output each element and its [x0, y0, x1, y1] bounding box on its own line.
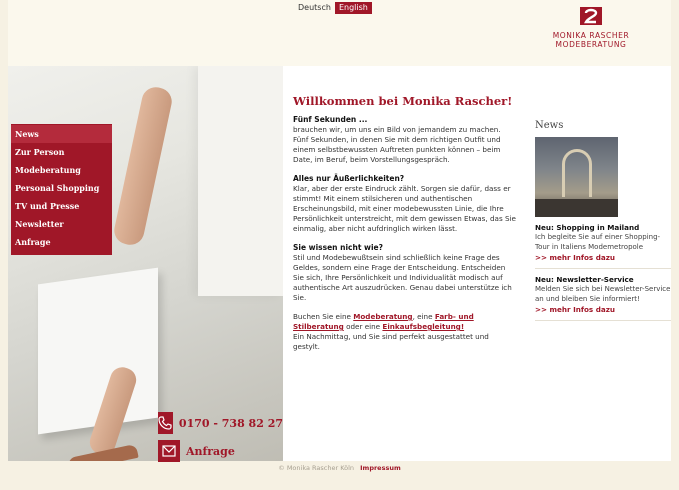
news-title: News: [535, 120, 564, 131]
language-deutsch-link[interactable]: Deutsch: [294, 2, 335, 14]
news-item: Neu: Newsletter-Service Melden Sie sich …: [535, 275, 671, 321]
nav-item-anfrage[interactable]: Anfrage: [11, 233, 112, 251]
section-heading: Alles nur Äußerlichkeiten?: [293, 174, 405, 183]
copyright-text: © Monika Rascher Köln: [278, 464, 355, 472]
nav-item-zur-person[interactable]: Zur Person: [11, 143, 112, 161]
news-item-text: Melden Sie sich bei Newsletter-Service a…: [535, 285, 671, 303]
einkaufsbegleitung-link[interactable]: Einkaufsbegleitung!: [382, 322, 464, 331]
page-title: Willkommen bei Monika Rascher!: [293, 94, 513, 108]
logo-mark-icon: [580, 7, 602, 25]
closing-paragraph: Buchen Sie eine Modeberatung, eine Farb-…: [293, 312, 489, 351]
nav-item-tv-und-presse[interactable]: TV und Presse: [11, 197, 112, 215]
welcome-article: Willkommen bei Monika Rascher! Fünf Seku…: [293, 94, 518, 361]
phone-number: 0170 - 738 82 27: [178, 416, 283, 430]
site-logo[interactable]: MONIKA RASCHER MODEBERATUNG: [536, 7, 646, 55]
section-text: Stil und Modebewußtsein sind schließlich…: [293, 253, 512, 302]
nav-item-news[interactable]: News: [11, 125, 112, 143]
section-text: brauchen wir, um uns ein Bild von jemand…: [293, 125, 501, 164]
phone-icon: [158, 412, 173, 434]
nav-item-personal-shopping[interactable]: Personal Shopping: [11, 179, 112, 197]
news-sidebar: News Neu: Shopping in Mailand Ich beglei…: [535, 120, 671, 327]
section-text: Klar, aber der erste Eindruck zählt. Sor…: [293, 184, 516, 233]
site-footer: © Monika Rascher Köln Impressum: [8, 461, 671, 475]
main-navigation: News Zur Person Modeberatung Personal Sh…: [11, 124, 112, 255]
news-item-heading: Neu: Shopping in Mailand: [535, 223, 640, 232]
envelope-icon: [158, 440, 180, 462]
language-switcher: Deutsch English: [294, 2, 372, 14]
request-link: Anfrage: [186, 444, 235, 458]
main-content-area: Willkommen bei Monika Rascher! Fünf Seku…: [283, 66, 671, 461]
modeberatung-link[interactable]: Modeberatung: [353, 312, 412, 321]
phone-row[interactable]: 0170 - 738 82 27: [158, 412, 283, 434]
language-english-link[interactable]: English: [334, 2, 372, 14]
section-heading: Fünf Sekunden ...: [293, 115, 368, 124]
logo-line-2: MODEBERATUNG: [555, 40, 627, 49]
section-heading: Sie wissen nicht wie?: [293, 243, 383, 252]
news-more-info-link[interactable]: >> mehr Infos dazu: [535, 305, 671, 314]
nav-item-newsletter[interactable]: Newsletter: [11, 215, 112, 233]
news-item: Neu: Shopping in Mailand Ich begleite Si…: [535, 223, 671, 269]
request-row[interactable]: Anfrage: [158, 440, 283, 462]
milan-gallery-image[interactable]: [535, 137, 618, 217]
shopping-bag-image: [38, 267, 158, 435]
logo-line-1: MONIKA RASCHER: [552, 31, 630, 40]
news-item-heading: Neu: Newsletter-Service: [535, 275, 634, 284]
site-header: Deutsch English MONIKA RASCHER MODEBERAT…: [8, 0, 671, 66]
nav-item-modeberatung[interactable]: Modeberatung: [11, 161, 112, 179]
news-more-info-link[interactable]: >> mehr Infos dazu: [535, 253, 671, 262]
contact-block: 0170 - 738 82 27 Anfrage: [158, 412, 283, 468]
news-item-text: Ich begleite Sie auf einer Shopping-Tour…: [535, 233, 661, 251]
impressum-link[interactable]: Impressum: [360, 464, 401, 472]
